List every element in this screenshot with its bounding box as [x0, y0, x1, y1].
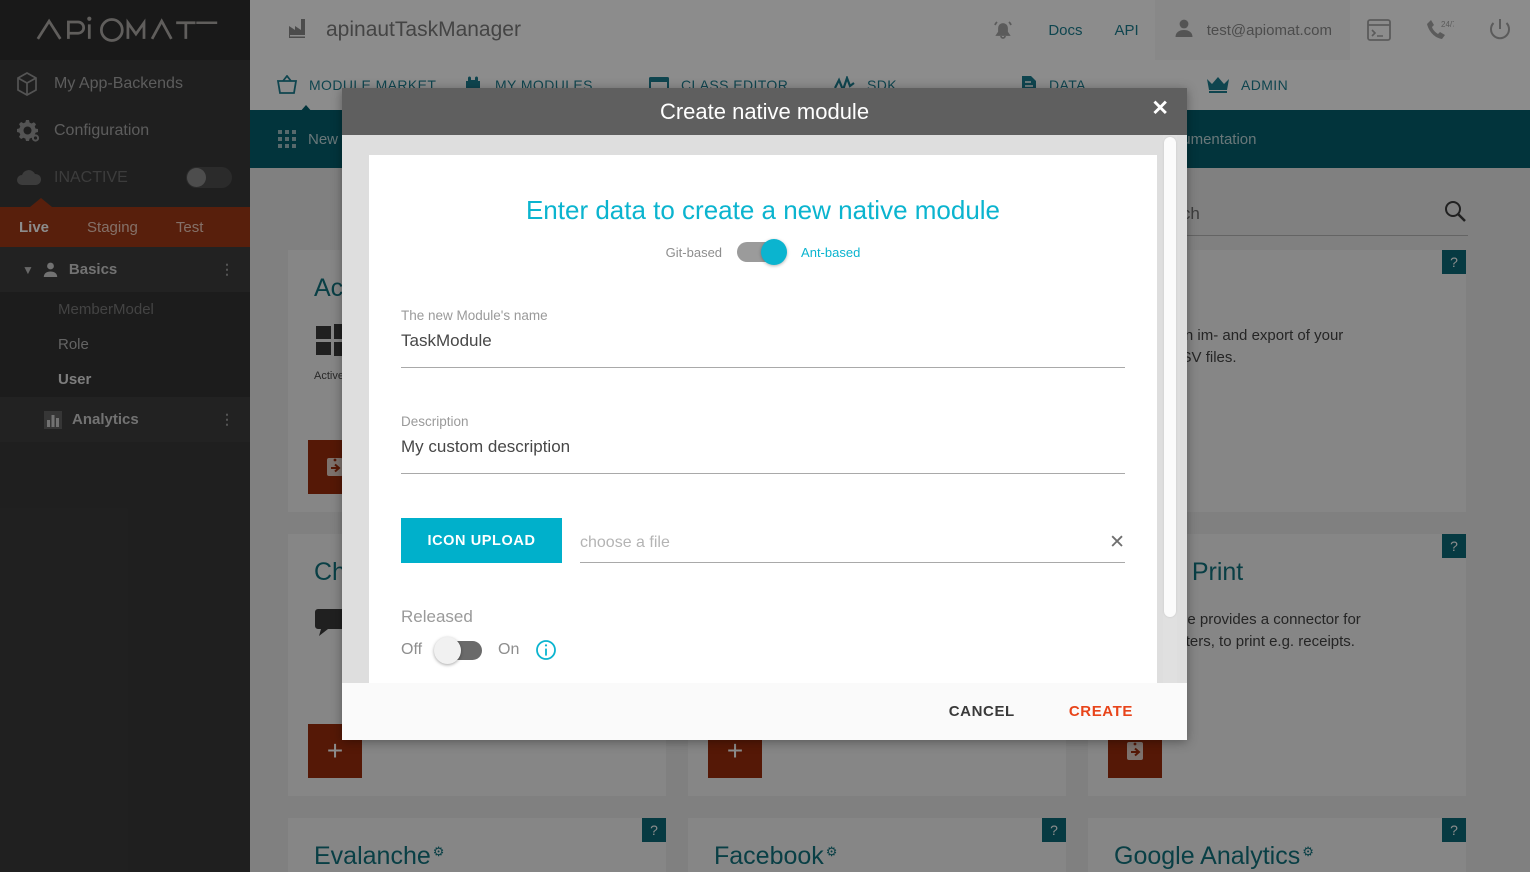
released-row: Off On	[401, 636, 1125, 664]
toggle-knob	[761, 239, 788, 265]
close-icon[interactable]: ✕	[1145, 94, 1175, 123]
icon-upload-row: ICON UPLOAD choose a file ✕	[401, 518, 1125, 563]
description-label: Description	[401, 414, 469, 429]
cancel-button[interactable]: CANCEL	[949, 703, 1015, 720]
icon-upload-button[interactable]: ICON UPLOAD	[401, 518, 562, 563]
dialog-title: Create native module	[659, 98, 870, 124]
description-field[interactable]: Description My custom description	[401, 414, 1125, 474]
file-input[interactable]: choose a file ✕	[580, 531, 1125, 563]
create-native-module-dialog: Create native module ✕ Enter data to cre…	[342, 88, 1187, 740]
info-icon[interactable]	[535, 639, 557, 661]
dialog-body: Enter data to create a new native module…	[342, 135, 1187, 683]
released-off-label: Off	[401, 641, 423, 658]
dialog-heading: Enter data to create a new native module	[525, 195, 1001, 225]
toggle-knob	[434, 636, 462, 664]
file-placeholder: choose a file	[580, 533, 670, 551]
dialog-scrollbar[interactable]	[1163, 135, 1177, 683]
module-name-input[interactable]: TaskModule	[401, 323, 1125, 368]
ant-based-label[interactable]: Ant-based	[801, 245, 860, 260]
build-type-toggle[interactable]	[737, 239, 788, 265]
scrollbar-thumb[interactable]	[1164, 137, 1176, 617]
released-section: Released Off On	[401, 607, 1125, 664]
dialog-header: Create native module ✕	[342, 88, 1187, 135]
module-name-field[interactable]: The new Module's name TaskModule	[401, 308, 1125, 368]
description-input[interactable]: My custom description	[401, 429, 1125, 474]
released-on-label: On	[498, 641, 520, 658]
close-icon[interactable]: ✕	[1109, 531, 1125, 554]
build-type-switch: Git-based Ant-based	[401, 239, 1125, 265]
module-name-label: The new Module's name	[401, 308, 548, 323]
released-label: Released	[401, 607, 473, 626]
create-button[interactable]: CREATE	[1069, 703, 1133, 720]
git-based-label[interactable]: Git-based	[666, 245, 722, 260]
dialog-footer: CANCEL CREATE	[342, 683, 1187, 740]
released-toggle[interactable]	[434, 636, 483, 664]
dialog-form: Enter data to create a new native module…	[369, 155, 1157, 683]
